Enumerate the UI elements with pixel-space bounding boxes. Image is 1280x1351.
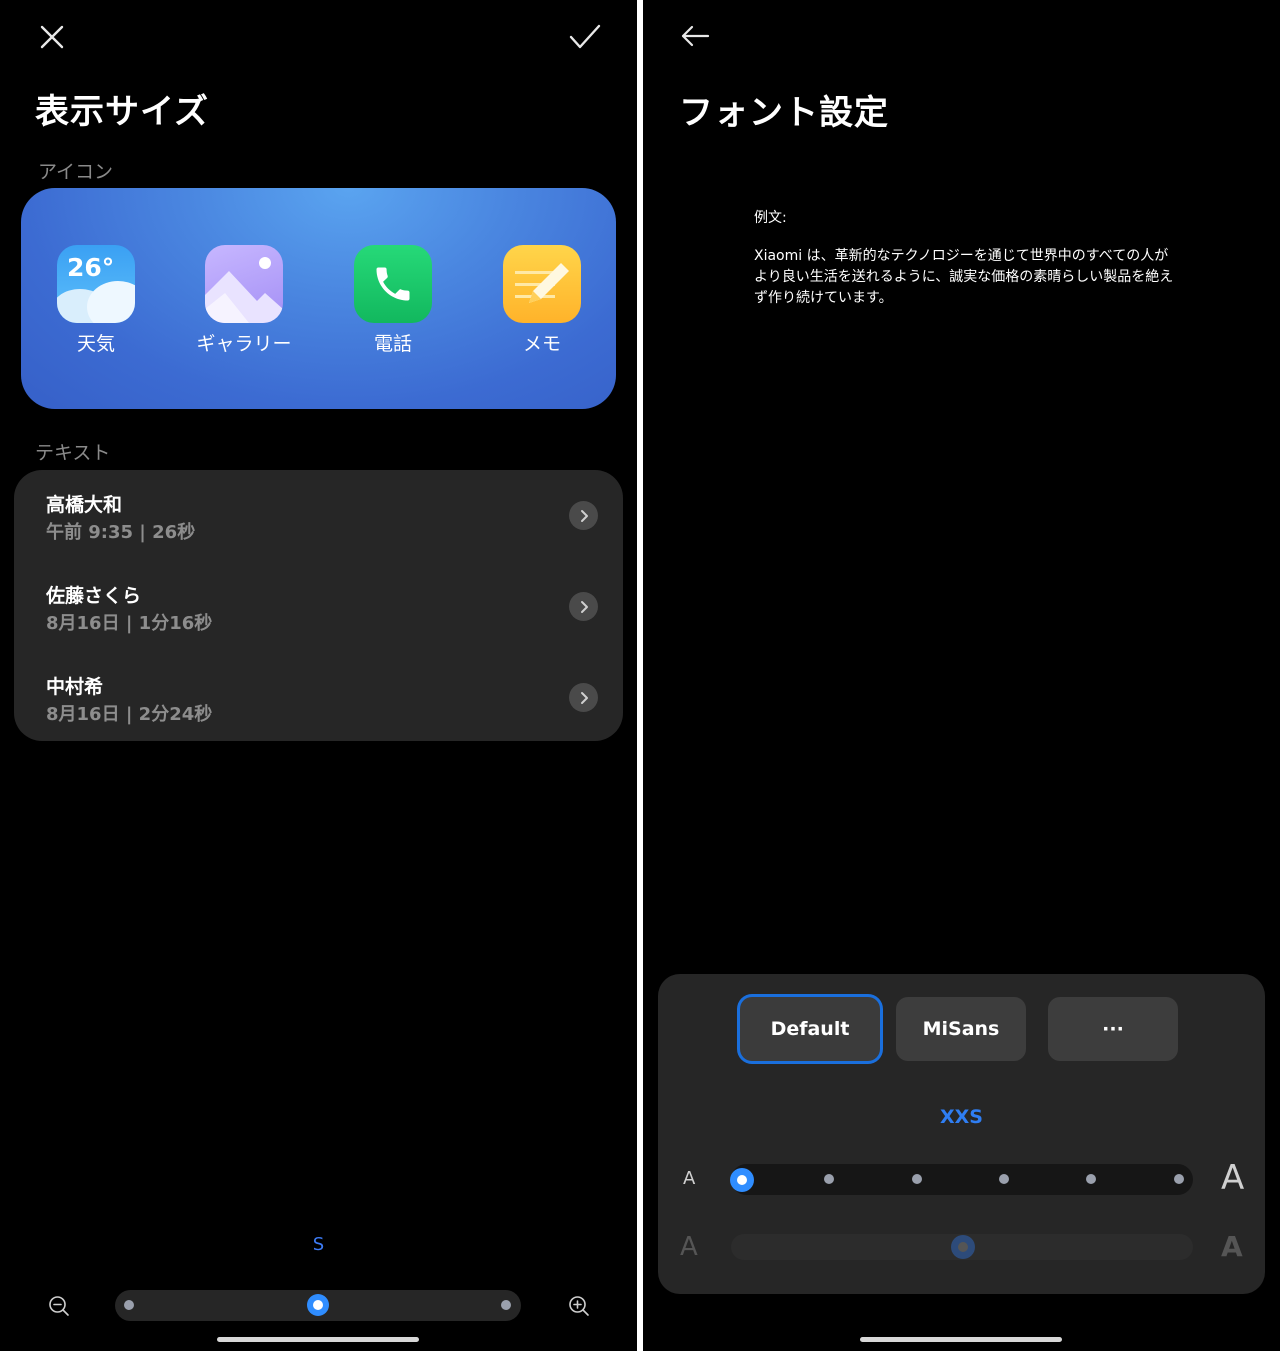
call-row[interactable]: 中村希 8月16日 | 2分24秒 <box>14 652 623 742</box>
app-label: メモ <box>522 333 561 355</box>
slider-step[interactable] <box>824 1174 834 1184</box>
call-meta: 8月16日 | 1分16秒 <box>46 613 213 634</box>
app-label: 天気 <box>76 333 115 355</box>
font-size-slider[interactable] <box>730 1164 1193 1195</box>
call-row[interactable]: 佐藤さくら 8月16日 | 1分16秒 <box>14 561 623 651</box>
chevron-right-icon[interactable] <box>569 592 598 621</box>
call-log-card: 高橋大和 午前 9:35 | 26秒 佐藤さくら 8月16日 | 1分16秒 中… <box>14 470 623 741</box>
display-size-screen: 表示サイズ アイコン 26° 天気 ギャラリー 電話 メモ テキスト 高橋大和 … <box>0 0 637 1351</box>
memo-icon <box>503 245 581 323</box>
call-name: 中村希 <box>46 676 104 698</box>
icon-preview-card: 26° 天気 ギャラリー 電話 メモ <box>21 188 616 409</box>
call-name: 佐藤さくら <box>46 585 142 607</box>
check-icon <box>569 24 601 49</box>
font-settings-screen: フォント設定 例文: Xiaomi は、革新的なテクノロジーを通じて世界中のすべ… <box>643 0 1280 1351</box>
bold-a-label: A <box>1221 1230 1243 1263</box>
call-meta: 午前 9:35 | 26秒 <box>46 522 196 543</box>
phone-icon <box>354 245 432 323</box>
app-label: ギャラリー <box>196 333 292 355</box>
zoom-in-icon <box>569 1296 589 1316</box>
large-a-label: A <box>1221 1158 1245 1198</box>
zoom-out-icon <box>49 1296 69 1316</box>
slider-step[interactable] <box>124 1300 134 1310</box>
slider-step[interactable] <box>1086 1174 1096 1184</box>
font-option-default[interactable]: Default <box>740 997 880 1061</box>
call-name: 高橋大和 <box>46 494 123 516</box>
back-button[interactable] <box>671 12 719 60</box>
current-size-label: S <box>312 1234 325 1255</box>
thin-a-label: A <box>680 1232 698 1262</box>
app-phone: 電話 <box>333 245 453 356</box>
icons-section-label: アイコン <box>38 161 114 183</box>
app-weather: 26° 天気 <box>36 245 156 356</box>
home-indicator[interactable] <box>860 1337 1062 1342</box>
slider-thumb[interactable] <box>730 1168 754 1192</box>
close-icon <box>40 25 64 49</box>
font-weight-slider <box>731 1234 1193 1260</box>
weather-temp: 26° <box>67 253 115 282</box>
font-controls-panel: Default MiSans ··· XXS A A A A <box>658 974 1265 1294</box>
slider-step[interactable] <box>999 1174 1009 1184</box>
text-section-label: テキスト <box>35 442 111 464</box>
small-a-label: A <box>683 1168 696 1189</box>
slider-step[interactable] <box>1174 1174 1184 1184</box>
font-option-misans[interactable]: MiSans <box>896 997 1026 1061</box>
app-gallery: ギャラリー <box>184 245 304 356</box>
home-indicator[interactable] <box>217 1337 419 1342</box>
call-row[interactable]: 高橋大和 午前 9:35 | 26秒 <box>14 470 623 560</box>
sample-text: Xiaomi は、革新的なテクノロジーを通じて世界中のすべての人がより良い生活を… <box>754 248 1174 306</box>
chevron-right-icon[interactable] <box>569 683 598 712</box>
page-title: フォント設定 <box>679 93 889 133</box>
close-button[interactable] <box>28 13 76 61</box>
app-label: 電話 <box>373 333 412 355</box>
slider-step[interactable] <box>912 1174 922 1184</box>
gallery-icon <box>205 245 283 323</box>
slider-thumb[interactable] <box>307 1294 329 1316</box>
page-title: 表示サイズ <box>35 92 209 132</box>
app-memo: メモ <box>482 245 602 356</box>
confirm-button[interactable] <box>561 13 609 61</box>
display-size-slider[interactable] <box>115 1290 521 1321</box>
chevron-right-icon[interactable] <box>569 501 598 530</box>
zoom-out-button[interactable] <box>35 1282 83 1330</box>
call-meta: 8月16日 | 2分24秒 <box>46 704 213 725</box>
sample-label: 例文: <box>754 210 787 226</box>
zoom-in-button[interactable] <box>555 1282 603 1330</box>
slider-step[interactable] <box>501 1300 511 1310</box>
slider-thumb <box>951 1235 975 1259</box>
font-size-name: XXS <box>940 1106 983 1128</box>
weather-icon: 26° <box>57 245 135 323</box>
more-fonts-button[interactable]: ··· <box>1048 997 1178 1061</box>
back-arrow-icon <box>681 25 710 47</box>
